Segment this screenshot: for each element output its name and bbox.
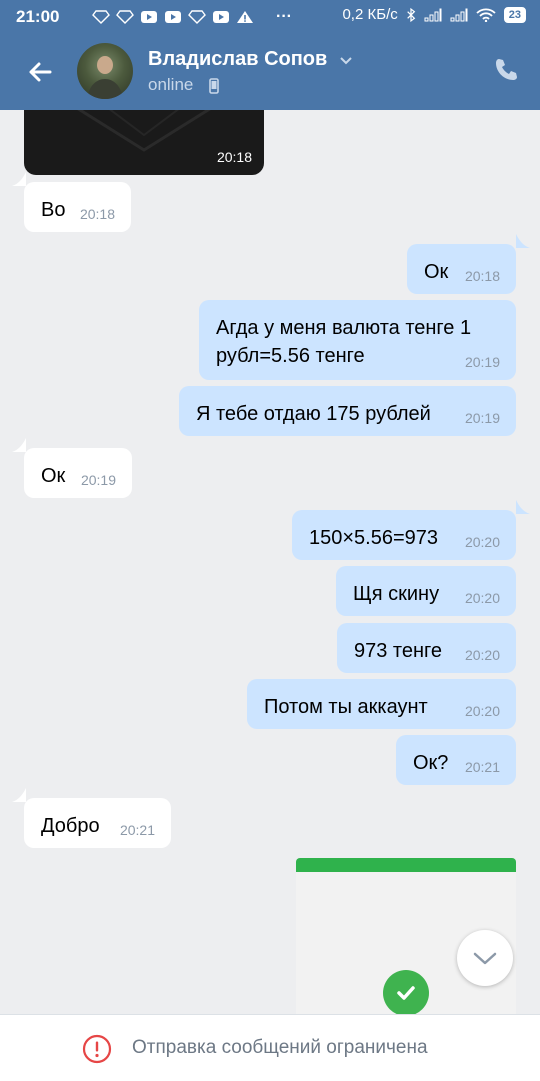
message-time: 20:18	[464, 268, 500, 284]
message-line: рубл=5.56 тенге	[216, 345, 365, 367]
bubble-tail	[12, 438, 26, 452]
message-time: 20:20	[464, 703, 500, 719]
warning-icon	[237, 11, 253, 23]
message-text: Добро	[41, 815, 100, 837]
status-right: 0,2 КБ/с 23	[342, 6, 526, 23]
network-speed: 0,2 КБ/с	[342, 6, 398, 23]
video-thumbnail	[77, 110, 211, 152]
message-time: 20:19	[464, 354, 500, 370]
diamond-icon	[116, 10, 134, 24]
status-bar: 21:00 ··· 0,2 КБ/с 23	[0, 0, 540, 34]
message-time: 20:19	[464, 410, 500, 426]
message-outgoing[interactable]: 150×5.56=973 20:20	[292, 510, 516, 560]
diamond-icon	[188, 10, 206, 24]
status-time: 21:00	[16, 7, 60, 26]
message-text: Я тебе отдаю 175 рублей	[196, 403, 431, 425]
message-time: 20:20	[464, 534, 500, 550]
message-time: 20:18	[79, 206, 115, 222]
message-outgoing[interactable]: Щя скину 20:20	[336, 566, 516, 616]
avatar[interactable]	[77, 43, 133, 99]
more-notifications-icon: ···	[276, 8, 292, 25]
checkmark-icon	[383, 970, 429, 1014]
message-outgoing[interactable]: Агда у меня валюта тенге 1 рубл=5.56 тен…	[199, 300, 516, 380]
message-text: 973 тенге	[354, 640, 443, 662]
message-incoming[interactable]: Во 20:18	[24, 182, 131, 232]
mobile-phone-icon	[209, 78, 219, 94]
bubble-tail	[12, 788, 26, 802]
online-status: online	[148, 75, 194, 94]
contact-name[interactable]: Владислав Сопов	[148, 48, 327, 71]
youtube-icon	[141, 11, 157, 23]
video-time: 20:18	[216, 149, 252, 165]
call-icon[interactable]	[492, 56, 520, 84]
scroll-down-button[interactable]	[457, 930, 513, 986]
video-attachment[interactable]: 20:18	[24, 110, 264, 175]
signal-icon	[424, 8, 442, 21]
bluetooth-icon	[406, 7, 416, 22]
chevron-down-icon	[473, 952, 497, 965]
message-line: Агда у меня валюта тенге 1	[216, 317, 472, 339]
messaging-restricted-bar: Отправка сообщений ограничена	[0, 1014, 540, 1081]
message-list[interactable]: 20:18 Во 20:18 Ок 20:18 Агда у меня валю…	[0, 110, 540, 1014]
message-text: Агда у меня валюта тенге 1 рубл=5.56 тен…	[216, 314, 471, 370]
message-outgoing[interactable]: Ок? 20:21	[396, 735, 516, 785]
message-text: Ок?	[413, 752, 449, 774]
message-text: Ок	[424, 261, 449, 283]
message-text: Ок	[41, 465, 66, 487]
message-outgoing[interactable]: 973 тенге 20:20	[337, 623, 516, 673]
chat-header: Владислав Сопов online	[0, 34, 540, 110]
message-text: Потом ты аккаунт	[264, 696, 428, 718]
message-time: 20:20	[464, 590, 500, 606]
message-text: Во	[41, 199, 66, 221]
message-incoming[interactable]: Ок 20:19	[24, 448, 132, 498]
notification-icons: ···	[92, 8, 292, 26]
message-time: 20:19	[80, 472, 116, 488]
message-time: 20:21	[464, 759, 500, 775]
restriction-text: Отправка сообщений ограничена	[132, 1037, 428, 1058]
message-outgoing[interactable]: Потом ты аккаунт 20:20	[247, 679, 516, 729]
alert-icon	[82, 1034, 112, 1064]
avatar-photo	[87, 56, 123, 99]
back-arrow-icon[interactable]	[24, 56, 56, 88]
signal-icon	[450, 8, 468, 21]
message-incoming[interactable]: Добро 20:21	[24, 798, 171, 848]
youtube-icon	[213, 11, 229, 23]
wifi-icon	[476, 8, 496, 22]
bubble-tail	[516, 500, 530, 514]
bubble-tail	[516, 234, 530, 248]
diamond-icon	[92, 10, 110, 24]
message-text: Щя скину	[353, 583, 440, 605]
youtube-icon	[165, 11, 181, 23]
message-time: 20:20	[464, 647, 500, 663]
bubble-tail	[12, 172, 26, 186]
message-time: 20:21	[119, 822, 155, 838]
message-outgoing[interactable]: Я тебе отдаю 175 рублей 20:19	[179, 386, 516, 436]
message-outgoing[interactable]: Ок 20:18	[407, 244, 516, 294]
battery-indicator: 23	[503, 6, 526, 23]
chevron-down-icon[interactable]	[338, 52, 354, 68]
message-text: 150×5.56=973	[309, 527, 439, 549]
